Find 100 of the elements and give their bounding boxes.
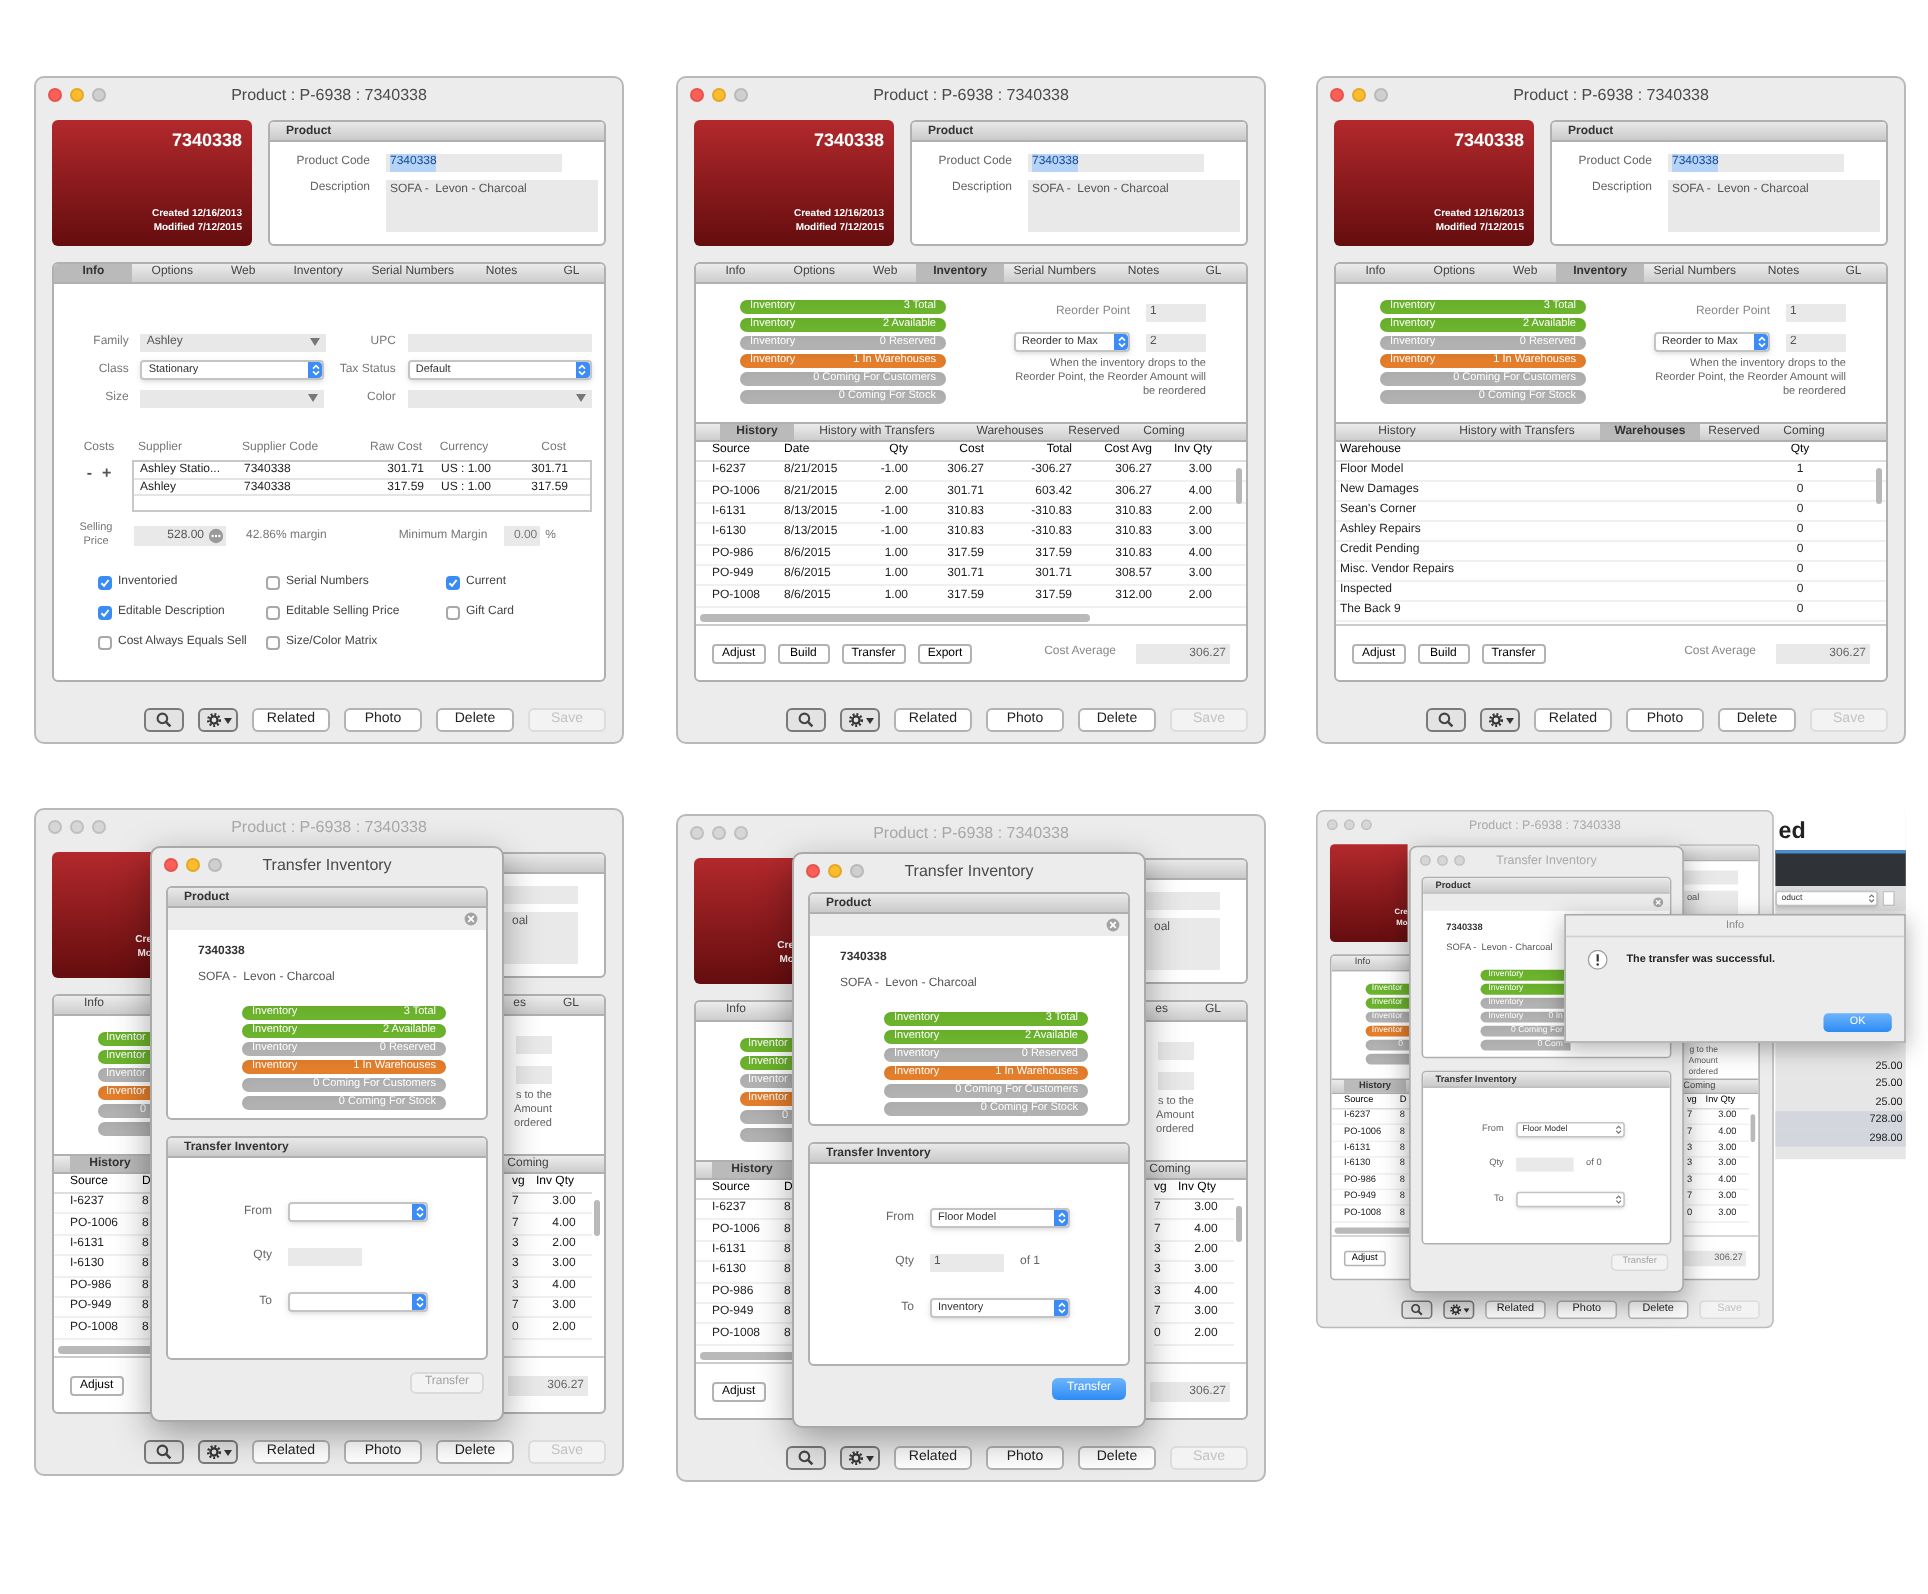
checkbox[interactable] bbox=[266, 606, 280, 620]
zoom-button[interactable] bbox=[1361, 819, 1372, 831]
settings-menu-button[interactable] bbox=[1443, 1300, 1475, 1320]
number-field[interactable] bbox=[516, 1066, 552, 1084]
stepper-icon bbox=[415, 1206, 423, 1218]
from-dropdown[interactable] bbox=[288, 1202, 428, 1222]
zoom-button[interactable] bbox=[92, 820, 106, 834]
alert-icon bbox=[1587, 949, 1608, 970]
settings-menu-button[interactable] bbox=[1480, 708, 1520, 732]
scrollbar[interactable] bbox=[1876, 468, 1882, 504]
scrollbar[interactable] bbox=[594, 1200, 600, 1236]
scrollbar[interactable] bbox=[1334, 1227, 1410, 1234]
clear-button[interactable] bbox=[464, 912, 478, 926]
product-code-field[interactable] bbox=[502, 886, 578, 904]
gear-icon bbox=[847, 712, 863, 728]
stepper-icon bbox=[1614, 1194, 1621, 1205]
close-button[interactable] bbox=[1420, 855, 1431, 866]
search-icon bbox=[798, 1450, 814, 1466]
gear-icon bbox=[205, 1444, 221, 1460]
scrollbar[interactable] bbox=[1750, 1114, 1756, 1143]
to-dropdown[interactable] bbox=[288, 1292, 428, 1312]
more-icon bbox=[208, 528, 224, 544]
minimize-button[interactable] bbox=[70, 88, 84, 102]
window-title: Product : P-6938 : 7340338 bbox=[873, 821, 1069, 845]
product-code-field[interactable] bbox=[1144, 892, 1220, 910]
zoom-button[interactable] bbox=[734, 826, 748, 840]
search-button[interactable] bbox=[786, 708, 826, 732]
close-button[interactable] bbox=[48, 820, 62, 834]
minimize-button[interactable] bbox=[1352, 88, 1366, 102]
window-title: Product : P-6938 : 7340338 bbox=[873, 83, 1069, 107]
product-code-field[interactable] bbox=[1679, 870, 1739, 885]
to-dropdown[interactable] bbox=[1516, 1191, 1625, 1208]
search-button[interactable] bbox=[144, 708, 184, 732]
caret-icon bbox=[865, 717, 873, 723]
close-button[interactable] bbox=[1326, 819, 1338, 831]
close-button[interactable] bbox=[1330, 88, 1344, 102]
zoom-button[interactable] bbox=[1374, 88, 1388, 102]
scrollbar[interactable] bbox=[1236, 1206, 1242, 1242]
settings-menu-button[interactable] bbox=[198, 1440, 238, 1464]
settings-menu-button[interactable] bbox=[840, 1446, 880, 1470]
text-field[interactable] bbox=[1882, 890, 1895, 907]
checkbox[interactable] bbox=[266, 636, 280, 650]
window-title: Product : P-6938 : 7340338 bbox=[231, 83, 427, 107]
combo-box[interactable] bbox=[140, 389, 325, 407]
stepper-icon bbox=[1614, 1125, 1621, 1135]
search-icon bbox=[1438, 712, 1454, 728]
checkbox[interactable] bbox=[98, 636, 112, 650]
scrollbar[interactable] bbox=[700, 614, 1090, 622]
close-icon bbox=[1652, 896, 1664, 908]
minimize-button[interactable] bbox=[186, 858, 200, 872]
product-number: 7340338 bbox=[813, 132, 884, 150]
caret-icon bbox=[1505, 717, 1513, 723]
stepper-icon bbox=[1757, 336, 1765, 348]
close-button[interactable] bbox=[806, 864, 820, 878]
scrollbar[interactable] bbox=[700, 1352, 796, 1360]
settings-menu-button[interactable] bbox=[840, 708, 880, 732]
number-field[interactable] bbox=[1158, 1072, 1194, 1090]
minimize-button[interactable] bbox=[828, 864, 842, 878]
clear-button[interactable] bbox=[1106, 918, 1120, 932]
zoom-button[interactable] bbox=[1454, 855, 1465, 866]
checkbox[interactable] bbox=[446, 606, 460, 620]
minimize-button[interactable] bbox=[70, 820, 84, 834]
window-title: Transfer Inventory bbox=[904, 859, 1034, 883]
zoom-button[interactable] bbox=[92, 88, 106, 102]
search-button[interactable] bbox=[786, 1446, 826, 1470]
close-button[interactable] bbox=[48, 88, 62, 102]
minimize-button[interactable] bbox=[1343, 819, 1355, 831]
settings-menu-button[interactable] bbox=[198, 708, 238, 732]
close-button[interactable] bbox=[690, 88, 704, 102]
search-button[interactable] bbox=[1426, 708, 1466, 732]
zoom-button[interactable] bbox=[850, 864, 864, 878]
zoom-button[interactable] bbox=[208, 858, 222, 872]
caret-icon bbox=[223, 717, 231, 723]
add-cost-button[interactable]: + bbox=[102, 466, 112, 482]
close-icon bbox=[1106, 918, 1120, 932]
search-button[interactable] bbox=[144, 1440, 184, 1464]
number-field[interactable] bbox=[1158, 1042, 1194, 1060]
zoom-button[interactable] bbox=[734, 88, 748, 102]
close-button[interactable] bbox=[690, 826, 704, 840]
product-number: 7340338 bbox=[1453, 132, 1524, 150]
minimize-button[interactable] bbox=[712, 826, 726, 840]
close-button[interactable] bbox=[164, 858, 178, 872]
number-field[interactable] bbox=[516, 1036, 552, 1054]
toolbar bbox=[1775, 850, 1906, 887]
scrollbar[interactable] bbox=[1236, 468, 1242, 504]
checkbox[interactable] bbox=[266, 576, 280, 590]
minimize-button[interactable] bbox=[1437, 855, 1448, 866]
close-icon bbox=[464, 912, 478, 926]
stepper-icon bbox=[311, 364, 320, 376]
minimize-button[interactable] bbox=[712, 88, 726, 102]
combo-box[interactable] bbox=[407, 389, 593, 407]
stepper-icon bbox=[1867, 893, 1874, 904]
search-button[interactable] bbox=[1401, 1300, 1433, 1320]
remove-cost-button[interactable]: - bbox=[86, 466, 92, 482]
clear-button[interactable] bbox=[1652, 896, 1664, 908]
scrollbar[interactable] bbox=[58, 1346, 154, 1354]
search-icon bbox=[156, 712, 172, 728]
caret-icon bbox=[865, 1455, 873, 1461]
search-icon bbox=[1410, 1303, 1424, 1316]
window-title: Product : P-6938 : 7340338 bbox=[1513, 83, 1709, 107]
